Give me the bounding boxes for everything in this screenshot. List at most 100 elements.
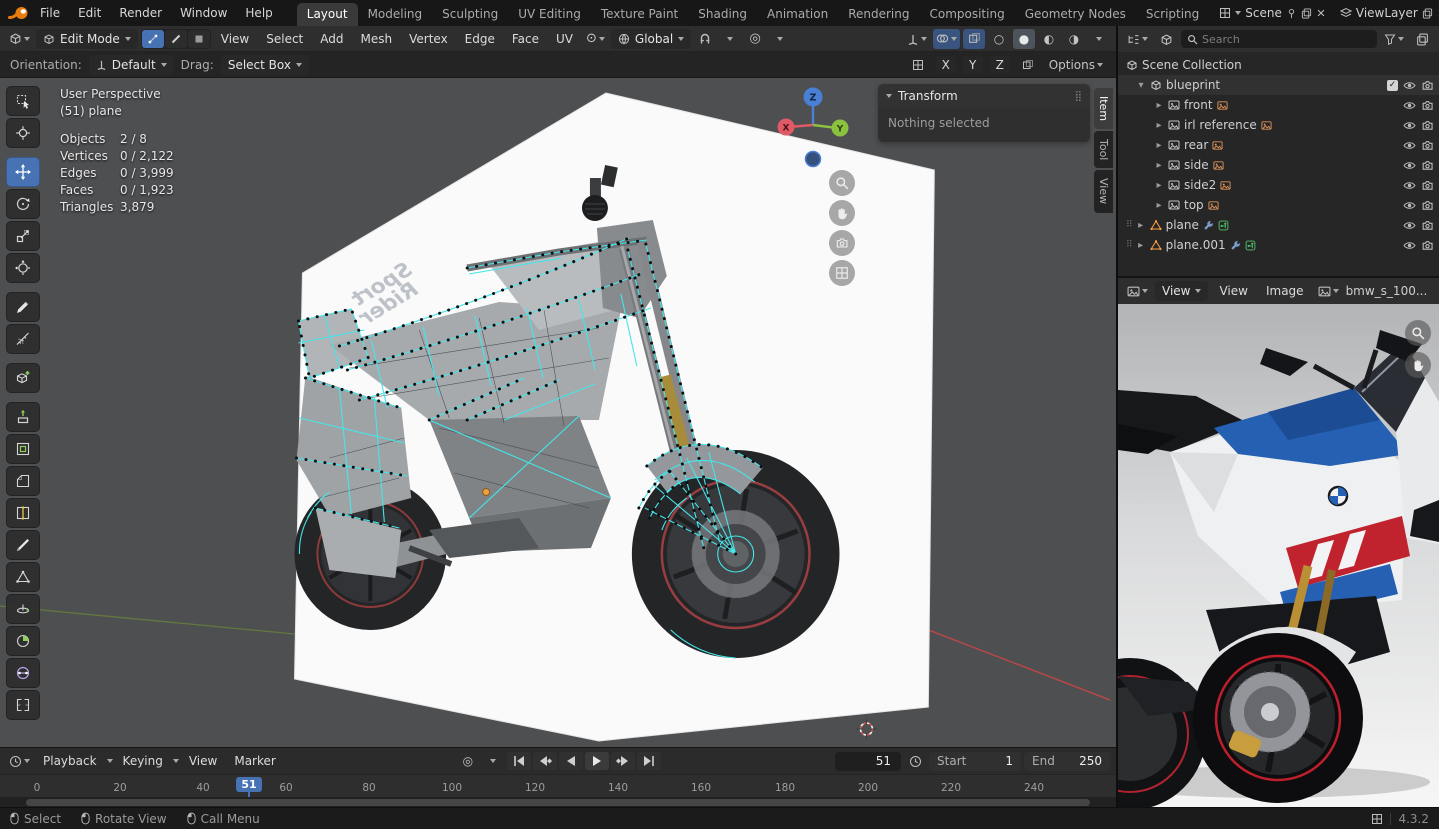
hide-eye-icon[interactable]: [1403, 159, 1416, 172]
disable-render-camera-icon[interactable]: [1421, 99, 1434, 112]
outliner-row-side2[interactable]: ▸ side2: [1118, 175, 1439, 195]
navigation-gizmo[interactable]: Z X Y: [753, 86, 873, 186]
workspace-tab-compositing[interactable]: Compositing: [919, 3, 1014, 26]
workspace-tab-sculpting[interactable]: Sculpting: [432, 3, 508, 26]
show-gizmo-dropdown[interactable]: [904, 29, 930, 49]
menu-uv[interactable]: UV: [549, 26, 580, 52]
3d-viewport[interactable]: Sport Rider User Perspective (51) plane …: [0, 78, 1116, 747]
editor-type-image-button[interactable]: [1124, 281, 1151, 301]
menu-view-image-editor[interactable]: View: [1212, 278, 1254, 304]
image-zoom-button[interactable]: [1405, 320, 1431, 346]
browse-image-button[interactable]: [1315, 281, 1342, 301]
outliner-row-scene-collection[interactable]: Scene Collection: [1118, 55, 1439, 75]
expand-icon[interactable]: ▸: [1154, 120, 1164, 131]
toggle-xray-button[interactable]: [963, 28, 985, 49]
menu-help[interactable]: Help: [237, 0, 280, 26]
shading-rendered-button[interactable]: ◑: [1063, 29, 1085, 49]
tool-loop-cut[interactable]: [6, 498, 40, 528]
menu-window[interactable]: Window: [172, 0, 235, 26]
tool-extrude-region[interactable]: [6, 402, 40, 432]
mirror-x-button[interactable]: X: [935, 55, 956, 74]
perspective-toggle-button[interactable]: [829, 260, 855, 286]
tool-poly-build[interactable]: [6, 562, 40, 592]
menu-select[interactable]: Select: [259, 26, 310, 52]
select-mode-vertex-button[interactable]: [141, 29, 164, 48]
menu-add[interactable]: Add: [313, 26, 350, 52]
camera-view-button[interactable]: [829, 230, 855, 256]
frame-start-field[interactable]: Start 1: [929, 751, 1022, 771]
tool-annotate[interactable]: [6, 292, 40, 322]
tool-select-box[interactable]: [6, 86, 40, 116]
gizmo-negative-z-axis[interactable]: [804, 150, 822, 168]
image-editor-canvas[interactable]: [1118, 304, 1439, 807]
disable-render-camera-icon[interactable]: [1421, 139, 1434, 152]
tool-cursor[interactable]: [6, 118, 40, 148]
tool-scale[interactable]: [6, 221, 40, 251]
image-name[interactable]: bmw_s_100...: [1346, 284, 1428, 298]
editor-type-timeline-button[interactable]: [6, 751, 33, 771]
outliner-display-mode-button[interactable]: [1155, 29, 1177, 49]
mirror-z-button[interactable]: Z: [989, 55, 1010, 74]
jump-to-start-button[interactable]: [506, 752, 531, 770]
tool-move[interactable]: [6, 157, 40, 187]
select-mode-edge-button[interactable]: [164, 29, 187, 48]
expand-icon[interactable]: ▸: [1154, 200, 1164, 211]
menu-marker[interactable]: Marker: [227, 748, 282, 774]
menu-mesh[interactable]: Mesh: [354, 26, 400, 52]
shading-options-button[interactable]: [1088, 29, 1110, 49]
disable-render-camera-icon[interactable]: [1421, 199, 1434, 212]
transform-panel-header[interactable]: Transform ⣿: [878, 84, 1090, 108]
workspace-tab-rendering[interactable]: Rendering: [838, 3, 919, 26]
expand-icon[interactable]: ▾: [1136, 80, 1146, 91]
use-preview-range-button[interactable]: [904, 751, 926, 771]
snap-toggle-button[interactable]: [694, 29, 716, 49]
hide-eye-icon[interactable]: [1403, 119, 1416, 132]
auto-keying-button[interactable]: ◎: [457, 751, 479, 771]
shading-material-button[interactable]: ◐: [1038, 29, 1060, 49]
new-scene-icon[interactable]: [1301, 8, 1312, 19]
image-pan-button[interactable]: [1405, 352, 1431, 378]
disable-render-camera-icon[interactable]: [1421, 119, 1434, 132]
blender-logo-icon[interactable]: [8, 5, 30, 21]
outliner-row-plane-001[interactable]: ⠿ ▸ plane.001: [1118, 235, 1439, 255]
tool-spin[interactable]: [6, 594, 40, 624]
menu-playback[interactable]: Playback: [36, 748, 104, 774]
hide-eye-icon[interactable]: [1403, 99, 1416, 112]
orientation-dropdown[interactable]: Default: [88, 54, 174, 75]
play-button[interactable]: [584, 752, 609, 770]
outliner-search[interactable]: [1181, 30, 1377, 48]
collection-checkbox[interactable]: ✓: [1387, 79, 1398, 91]
hide-eye-icon[interactable]: [1403, 219, 1416, 232]
timeline-scrollbar[interactable]: [26, 799, 1090, 806]
workspace-tab-shading[interactable]: Shading: [688, 3, 757, 26]
editor-type-outliner-button[interactable]: [1124, 29, 1151, 49]
tool-bevel[interactable]: [6, 466, 40, 496]
jump-to-end-button[interactable]: [636, 752, 661, 770]
transform-pivot-button[interactable]: ⊙: [583, 29, 608, 49]
workspace-tab-scripting[interactable]: Scripting: [1136, 3, 1209, 26]
current-frame-field[interactable]: 51: [835, 751, 902, 771]
sidebar-tab-view[interactable]: View: [1094, 170, 1113, 213]
mode-selector[interactable]: Edit Mode: [36, 28, 138, 49]
options-dropdown[interactable]: Options: [1046, 55, 1106, 75]
workspace-tab-texture-paint[interactable]: Texture Paint: [591, 3, 688, 26]
outliner-row-plane[interactable]: ⠿ ▸ plane: [1118, 215, 1439, 235]
transform-orientation-dropdown[interactable]: Global: [610, 28, 692, 49]
next-keyframe-button[interactable]: [610, 752, 635, 770]
tool-edge-slide[interactable]: [6, 658, 40, 688]
image-mode-dropdown[interactable]: View: [1155, 281, 1209, 301]
proportional-editing-button[interactable]: ◎: [744, 29, 766, 49]
menu-image[interactable]: Image: [1259, 278, 1311, 304]
search-input[interactable]: [1202, 32, 1371, 46]
new-viewlayer-icon[interactable]: [1422, 8, 1433, 19]
outliner-row-irl-reference[interactable]: ▸ irl reference: [1118, 115, 1439, 135]
tool-smooth[interactable]: [6, 626, 40, 656]
play-reverse-button[interactable]: [558, 752, 583, 770]
hide-eye-icon[interactable]: [1403, 199, 1416, 212]
sidebar-tab-item[interactable]: Item: [1094, 88, 1113, 130]
keying-set-button[interactable]: [482, 751, 504, 771]
viewlayer-selector[interactable]: ViewLayer: [1334, 6, 1439, 20]
expand-icon[interactable]: ▸: [1154, 180, 1164, 191]
timeline-ruler[interactable]: 0 20 40 60 80 100 120 140 160 180 200 22…: [0, 774, 1116, 798]
menu-view[interactable]: View: [214, 26, 256, 52]
